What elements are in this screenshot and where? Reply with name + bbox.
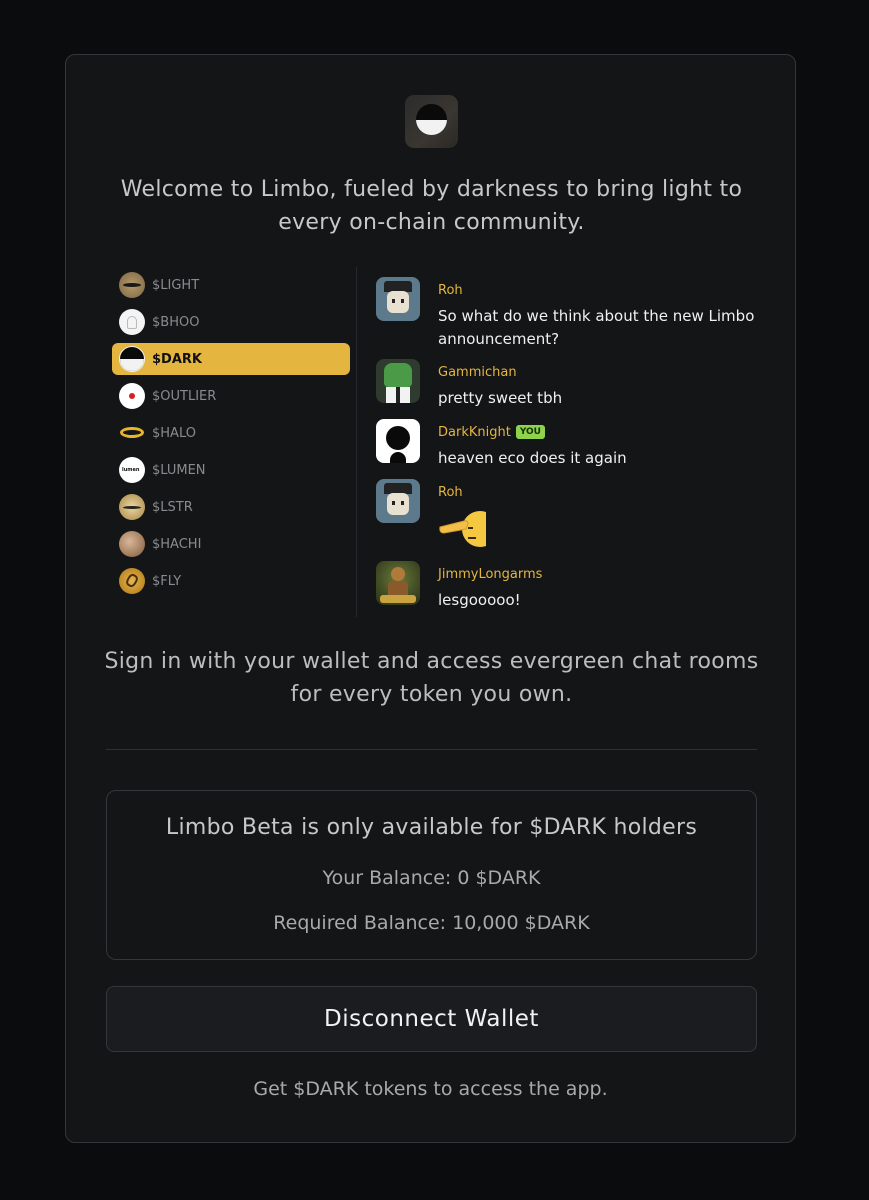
saluting-face-icon — [439, 511, 486, 547]
login-card: Welcome to Limbo, fueled by darkness to … — [65, 54, 796, 1143]
token-item-bhoo[interactable]: $BHOO — [112, 306, 350, 338]
required-balance-text: Required Balance: 10,000 $DARK — [273, 912, 590, 934]
message-text: pretty sweet tbh — [438, 389, 563, 407]
token-label: $DARK — [152, 351, 202, 367]
token-label: $LIGHT — [152, 277, 200, 293]
disconnect-wallet-button[interactable]: Disconnect Wallet — [106, 986, 757, 1052]
halo-token-icon — [119, 420, 145, 446]
token-item-halo[interactable]: $HALO — [112, 417, 350, 449]
horizontal-divider — [106, 749, 757, 750]
balance-text: Your Balance: 0 $DARK — [322, 867, 541, 889]
lstr-token-icon — [119, 494, 145, 520]
token-label: $OUTLIER — [152, 388, 217, 404]
beta-requirements-box: Limbo Beta is only available for $DARK h… — [106, 790, 757, 960]
username: Roh — [438, 283, 463, 298]
lumen-token-icon: lumen — [119, 457, 145, 483]
bhoo-token-icon — [119, 309, 145, 335]
token-item-light[interactable]: $LIGHT — [112, 269, 350, 301]
beta-title: Limbo Beta is only available for $DARK h… — [165, 815, 698, 840]
token-label: $LUMEN — [152, 462, 206, 478]
outlier-token-icon — [119, 383, 145, 409]
dark-token-icon — [119, 346, 145, 372]
you-badge: YOU — [515, 425, 545, 439]
light-token-icon — [119, 272, 145, 298]
message-text: lesgooooo! — [438, 591, 521, 609]
welcome-text: Welcome to Limbo, fueled by darkness to … — [120, 177, 743, 235]
username: Gammichan — [438, 365, 517, 380]
hachi-token-icon — [119, 531, 145, 557]
message-text: heaven eco does it again — [438, 449, 627, 467]
get-tokens-text: Get $DARK tokens to access the app. — [253, 1078, 608, 1100]
limbo-logo — [405, 95, 458, 148]
username: Roh — [438, 485, 463, 500]
token-label: $HACHI — [152, 536, 202, 552]
token-label: $BHOO — [152, 314, 200, 330]
token-item-dark[interactable]: $DARK — [112, 343, 350, 375]
message-text: So what do we think about the new Limbo … — [438, 307, 755, 348]
token-item-outlier[interactable]: $OUTLIER — [112, 380, 350, 412]
username: DarkKnight YOU — [438, 425, 545, 440]
token-item-lstr[interactable]: $LSTR — [112, 491, 350, 523]
avatar — [376, 277, 420, 321]
signin-text: Sign in with your wallet and access ever… — [104, 649, 759, 707]
token-item-hachi[interactable]: $HACHI — [112, 528, 350, 560]
token-label: $FLY — [152, 573, 182, 589]
vertical-divider — [356, 267, 357, 617]
token-item-fly[interactable]: $FLY — [112, 565, 350, 597]
token-label: $HALO — [152, 425, 196, 441]
avatar — [376, 561, 420, 605]
username-text: DarkKnight — [438, 425, 511, 440]
avatar — [376, 479, 420, 523]
fly-token-icon — [119, 568, 145, 594]
token-label: $LSTR — [152, 499, 193, 515]
avatar — [376, 419, 420, 463]
token-list: $LIGHT $BHOO $DARK $OUTLIER $HALO lumen … — [112, 269, 350, 602]
token-item-lumen[interactable]: lumen $LUMEN — [112, 454, 350, 486]
logo-eclipse-icon — [416, 104, 447, 135]
username: JimmyLongarms — [438, 567, 543, 582]
avatar — [376, 359, 420, 403]
